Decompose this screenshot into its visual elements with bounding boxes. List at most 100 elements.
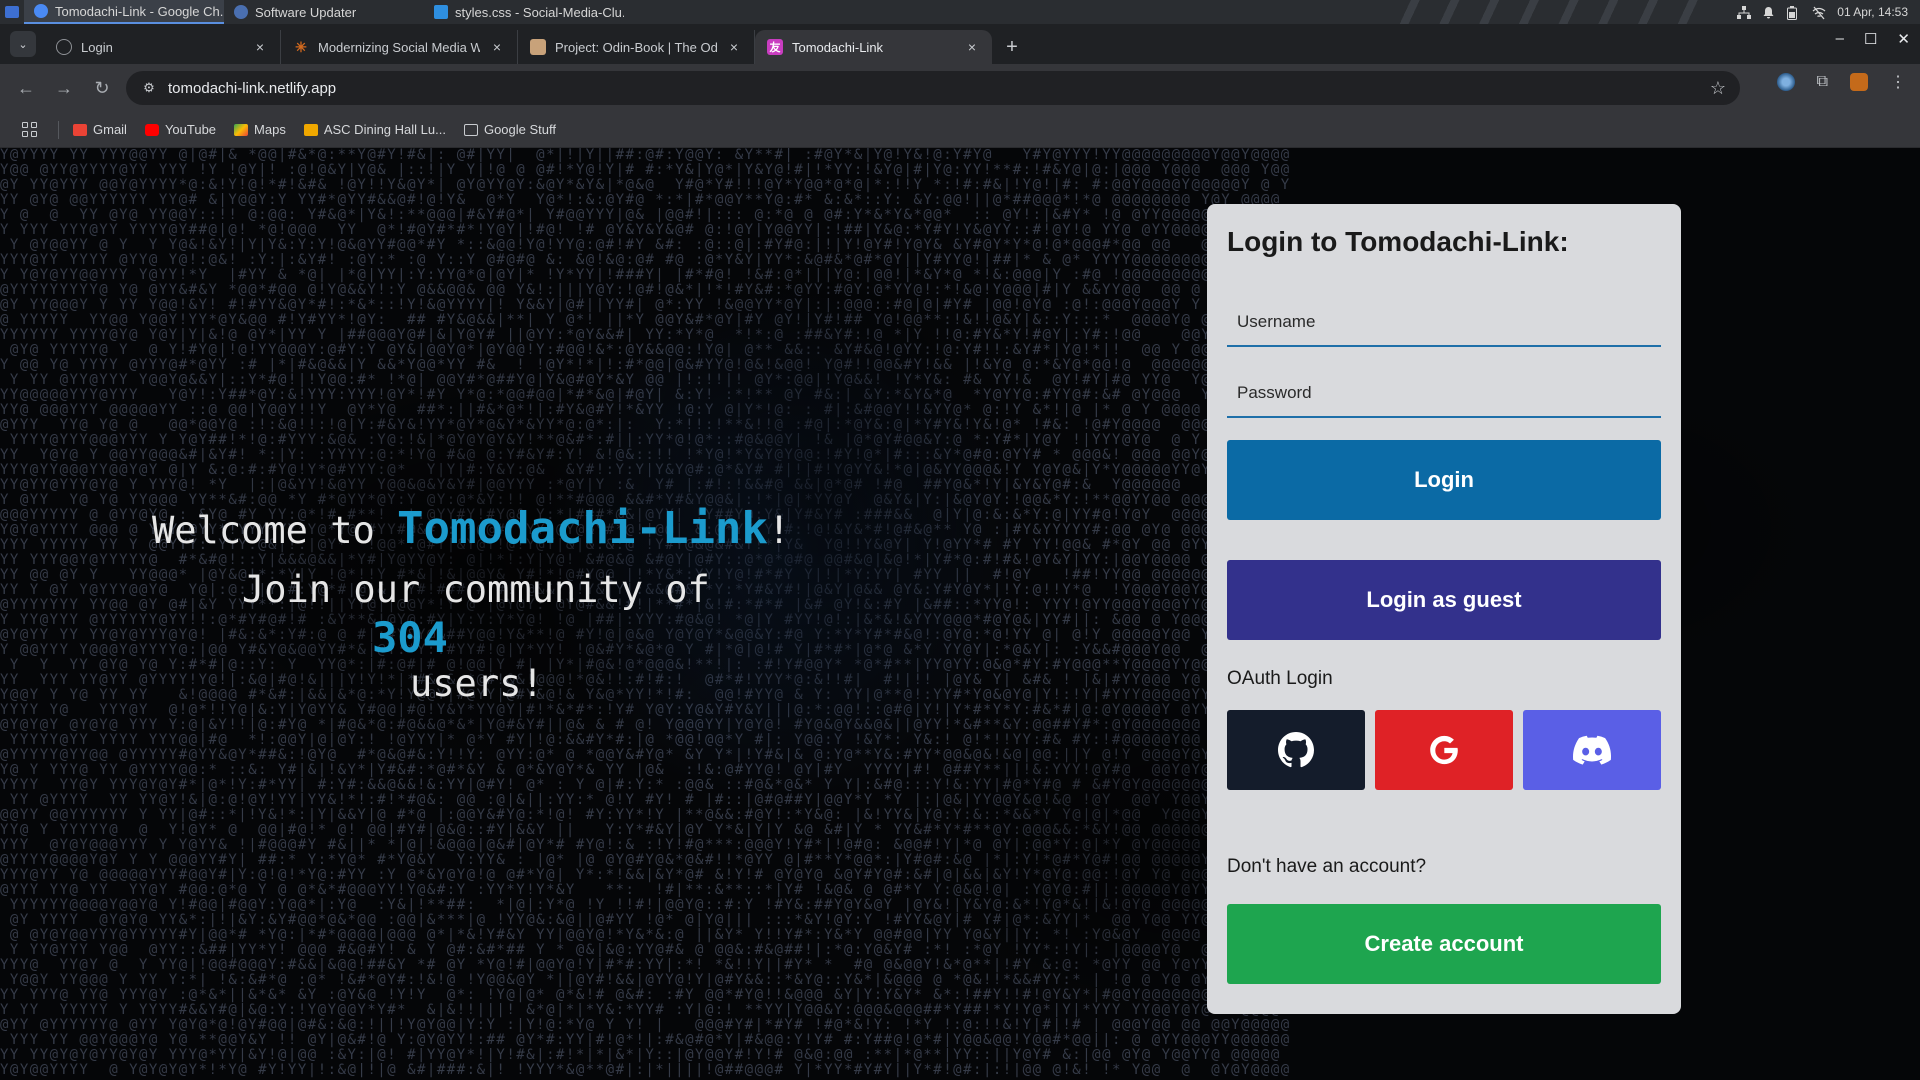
google-login-button[interactable] [1375, 710, 1513, 790]
clock[interactable]: 01 Apr, 14:53 [1837, 5, 1908, 19]
tab-search-button[interactable]: ⌄ [10, 31, 36, 57]
tab-label: Tomodachi-Link [792, 39, 884, 55]
os-menu-icon[interactable] [0, 0, 24, 24]
wifi-off-icon[interactable] [1812, 6, 1826, 19]
login-card: Login to Tomodachi-Link: Login Login as … [1207, 204, 1681, 1014]
site-settings-icon[interactable]: ⚙ [134, 73, 164, 103]
close-icon[interactable]: × [726, 39, 742, 55]
new-tab-button[interactable]: + [998, 33, 1026, 61]
extensions-puzzle-icon[interactable]: ⧉ [1817, 73, 1828, 91]
oauth-buttons [1227, 710, 1661, 790]
globe-icon [56, 39, 72, 55]
os-top-panel: Tomodachi-Link - Google Ch... Software U… [0, 0, 1920, 24]
reload-button[interactable]: ↻ [86, 72, 118, 104]
address-bar[interactable]: ⚙ tomodachi-link.netlify.app ☆ [126, 71, 1740, 105]
bookmark-asc-dining[interactable]: ASC Dining Hall Lu... [303, 122, 446, 137]
network-icon[interactable] [1737, 5, 1752, 19]
youtube-icon [144, 123, 159, 136]
password-field [1227, 369, 1661, 418]
maps-icon [234, 123, 249, 136]
close-icon[interactable]: × [489, 39, 505, 55]
page-viewport: Y@YYYY YY YYY@@YY @|@#|& *@@|#&*@:**Y@#Y… [0, 148, 1920, 1080]
tab-login[interactable]: Login × [44, 30, 281, 64]
bookmarks-bar: Gmail YouTube Maps ASC Dining Hall Lu...… [0, 112, 1920, 148]
discord-login-button[interactable] [1523, 710, 1661, 790]
password-input[interactable] [1227, 370, 1661, 415]
tomodachi-favicon-icon: 友 [767, 39, 783, 55]
back-button[interactable]: ← [10, 72, 42, 104]
bookmark-youtube[interactable]: YouTube [144, 122, 217, 137]
google-icon [1430, 735, 1458, 765]
asc-icon [303, 123, 318, 136]
plus-icon: + [1006, 35, 1018, 58]
profile-avatar-icon[interactable] [1850, 73, 1868, 91]
vscode-icon [434, 5, 448, 19]
taskbar-item-vscode[interactable]: styles.css - Social-Media-Clu... [424, 0, 624, 24]
toolbar-extensions: ⧉ ⋮ [1776, 72, 1906, 92]
oauth-label: OAuth Login [1227, 668, 1333, 689]
welcome-suffix: ! [767, 509, 791, 552]
tab-modernizing-social-media[interactable]: ✳ Modernizing Social Media We × [281, 30, 518, 64]
tab-tomodachi-link[interactable]: 友 Tomodachi-Link × [755, 30, 992, 64]
welcome-message: Welcome to Tomodachi-Link! Join our comm… [152, 503, 790, 705]
maximize-icon[interactable]: ☐ [1864, 30, 1877, 48]
create-account-button[interactable]: Create account [1227, 904, 1661, 984]
taskbar-item-chrome[interactable]: Tomodachi-Link - Google Ch... [24, 0, 224, 24]
bookmark-folder-google-stuff[interactable]: Google Stuff [463, 122, 557, 137]
user-count: 304 [372, 613, 448, 662]
close-icon[interactable]: × [252, 39, 268, 55]
battery-icon[interactable] [1787, 5, 1800, 20]
taskbar-item-label: styles.css - Social-Media-Clu... [455, 4, 624, 20]
bookmark-label: ASC Dining Hall Lu... [323, 122, 446, 137]
react-devtools-icon[interactable] [1776, 73, 1795, 91]
taskbar-item-label: Tomodachi-Link - Google Ch... [55, 3, 224, 19]
bookmark-maps[interactable]: Maps [234, 122, 286, 137]
kebab-menu-icon[interactable]: ⋮ [1890, 72, 1906, 92]
folder-icon [463, 123, 478, 136]
taskbar-item-software-updater[interactable]: Software Updater [224, 0, 424, 24]
claude-icon: ✳ [295, 38, 307, 55]
minimize-icon[interactable]: – [1836, 30, 1844, 48]
window-controls: – ☐ ✕ [1836, 30, 1910, 48]
chrome-icon [34, 4, 48, 18]
github-login-button[interactable] [1227, 710, 1365, 790]
bookmark-star-icon[interactable]: ☆ [1710, 78, 1726, 99]
url-text[interactable]: tomodachi-link.netlify.app [168, 80, 336, 97]
tab-odin-book[interactable]: Project: Odin-Book | The Odin × [518, 30, 755, 64]
brand-name: Tomodachi-Link [397, 503, 768, 554]
bookmark-label: YouTube [164, 122, 217, 137]
bookmark-label: Maps [254, 122, 286, 137]
welcome-heading: Welcome to Tomodachi-Link! [152, 503, 790, 554]
browser-tab-strip: ⌄ Login × ✳ Modernizing Social Media We … [0, 24, 1920, 64]
bookmark-label: Google Stuff [483, 122, 557, 137]
login-as-guest-button[interactable]: Login as guest [1227, 560, 1661, 640]
browser-toolbar: ← → ↻ ⚙ tomodachi-link.netlify.app ☆ ⧉ ⋮ [0, 64, 1920, 112]
forward-button[interactable]: → [48, 72, 80, 104]
arrow-left-icon: ← [17, 77, 35, 98]
close-icon[interactable]: × [964, 39, 980, 55]
updater-icon [234, 5, 248, 19]
welcome-prefix: Welcome to [152, 509, 398, 552]
github-icon [1278, 732, 1314, 768]
system-tray: 01 Apr, 14:53 [1737, 0, 1908, 24]
users-text: users! [410, 662, 544, 705]
bookmark-gmail[interactable]: Gmail [73, 122, 127, 137]
apps-grid-icon[interactable] [22, 121, 38, 138]
reload-icon: ↻ [94, 77, 110, 98]
window-close-icon[interactable]: ✕ [1897, 30, 1910, 48]
bookmark-label: Gmail [93, 122, 127, 137]
gmail-icon [73, 123, 87, 136]
taskbar-item-label: Software Updater [255, 4, 357, 20]
login-button[interactable]: Login [1227, 440, 1661, 520]
username-input[interactable] [1227, 299, 1661, 344]
tab-label: Login [81, 39, 113, 55]
discord-icon [1573, 735, 1611, 765]
bell-icon[interactable] [1762, 6, 1775, 19]
username-field [1227, 298, 1661, 347]
tab-label: Project: Odin-Book | The Odin [555, 39, 717, 55]
login-title: Login to Tomodachi-Link: [1227, 226, 1569, 257]
arrow-right-icon: → [55, 77, 73, 98]
odin-icon [530, 39, 546, 55]
no-account-text: Don't have an account? [1227, 856, 1427, 877]
tab-label: Modernizing Social Media We [318, 39, 480, 55]
